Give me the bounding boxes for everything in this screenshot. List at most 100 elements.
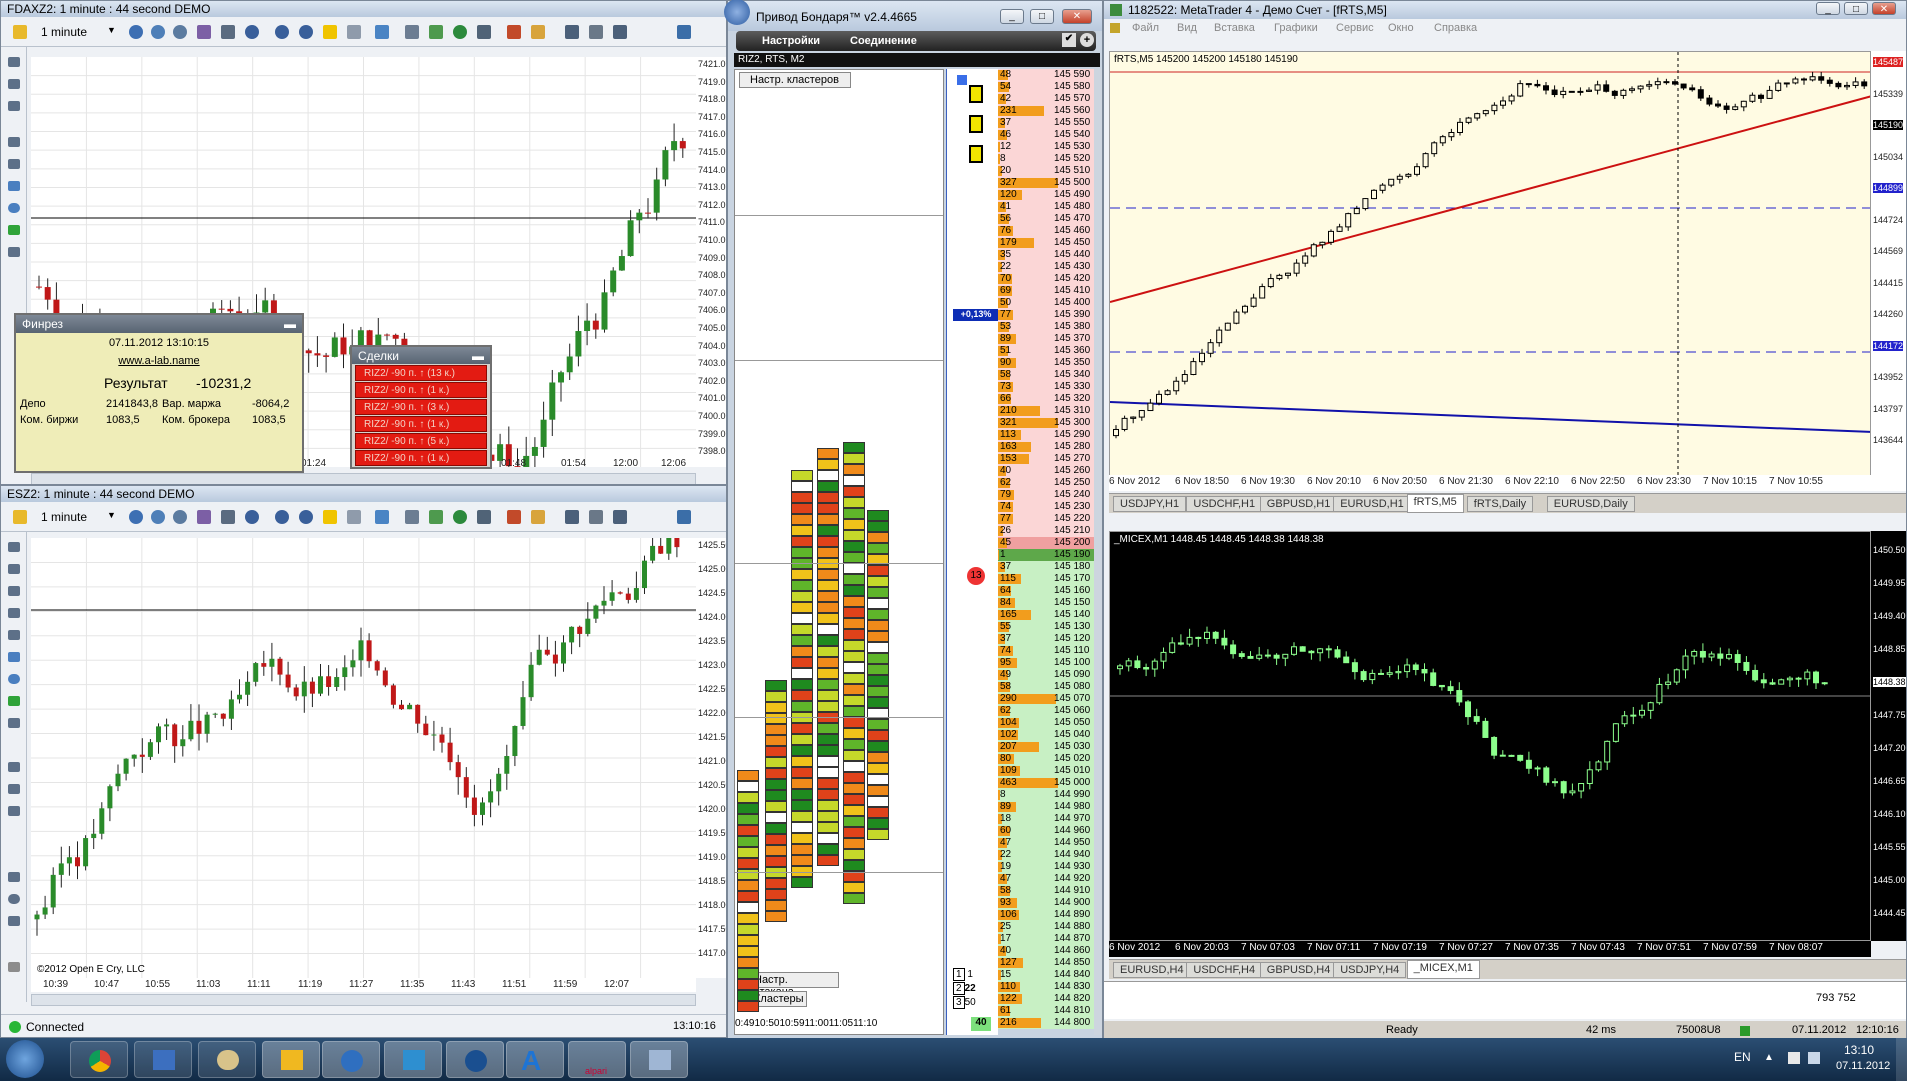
chart-tab[interactable]: _MICEX,M1 [1406,960,1480,979]
book-row[interactable]: 207 145 030 [998,741,1094,753]
close-button[interactable]: ✕ [1062,9,1092,24]
web-icon[interactable] [453,510,467,524]
minimize-icon[interactable]: ▬ [284,317,296,331]
btn-clusters-settings[interactable]: Настр. кластеров [739,72,851,88]
close-button[interactable]: ✕ [1872,2,1896,15]
globe-icon[interactable] [151,25,165,39]
layout-icon[interactable] [429,25,443,39]
book-row[interactable]: 165 145 140 [998,609,1094,621]
grid-icon[interactable] [405,510,419,524]
vline-icon[interactable] [8,159,20,169]
note-icon[interactable] [677,510,691,524]
deal-row[interactable]: RIZ2/ -90 п. ↑ (13 к.) [355,365,487,381]
lock-icon[interactable] [323,25,337,39]
book-row[interactable]: 20 145 510 [998,165,1094,177]
menu-service[interactable]: Сервис [1336,22,1374,34]
book-row[interactable]: 48 145 590 [998,69,1094,81]
book-row[interactable]: 74 145 110 [998,645,1094,657]
hand-icon[interactable] [375,510,389,524]
oec-icon[interactable] [446,1041,504,1078]
book-row[interactable]: 55 145 130 [998,621,1094,633]
dropdown-icon[interactable]: ▼ [107,510,116,520]
brush-icon[interactable] [613,25,627,39]
book-row[interactable]: 40 144 860 [998,945,1094,957]
menu-insert[interactable]: Вставка [1214,22,1255,34]
triangle-icon[interactable] [8,916,20,926]
order-book[interactable]: 48 145 590 54 145 580 42 145 570 231 145 560 37 1… [998,69,1094,1035]
pencil-icon[interactable] [565,25,579,39]
book-row[interactable]: 1 145 190 [998,549,1094,561]
book-row[interactable]: 89 145 370 [998,333,1094,345]
book-row[interactable]: 18 144 970 [998,813,1094,825]
web-icon[interactable] [453,25,467,39]
book-row[interactable]: 69 145 410 [998,285,1094,297]
book-row[interactable]: 321 145 300 [998,417,1094,429]
book-row[interactable]: 37 145 180 [998,561,1094,573]
book-row[interactable]: 62 145 250 [998,477,1094,489]
frts-chart[interactable]: fRTS,M5 145200 145200 145180 145190 [1109,51,1871,491]
menu-window[interactable]: Окно [1388,22,1414,34]
settings-icon[interactable] [477,25,491,39]
book-row[interactable]: 49 145 090 [998,669,1094,681]
book-row[interactable]: 76 145 460 [998,225,1094,237]
chart-tab[interactable]: EURUSD,H1 [1333,496,1411,512]
minimize-button[interactable]: _ [1816,2,1840,15]
book-row[interactable]: 54 145 580 [998,81,1094,93]
cut-icon[interactable] [507,510,521,524]
ellipse-icon[interactable] [8,203,20,213]
window-icon[interactable] [630,1041,688,1078]
chrome-icon[interactable] [70,1041,128,1078]
bar-type-icon[interactable] [221,25,235,39]
book-row[interactable]: 42 145 570 [998,93,1094,105]
hline-icon[interactable] [8,137,20,147]
menu-view[interactable]: Вид [1177,22,1197,34]
book-row[interactable]: 64 145 160 [998,585,1094,597]
app-orb-icon[interactable] [322,1041,380,1078]
settings-icon[interactable] [477,510,491,524]
lock-icon[interactable] [323,510,337,524]
finrez-panel[interactable]: Финрез ▬ 07.11.2012 13:10:15 www.a-lab.na… [14,313,304,473]
book-row[interactable]: 41 145 480 [998,201,1094,213]
book-row[interactable]: 51 145 360 [998,345,1094,357]
book-row[interactable]: 127 144 850 [998,957,1094,969]
book-row[interactable]: 19 144 930 [998,861,1094,873]
book-row[interactable]: 47 144 950 [998,837,1094,849]
book-row[interactable]: 61 144 810 [998,1005,1094,1017]
book-row[interactable]: 231 145 560 [998,105,1094,117]
eraser-icon[interactable] [589,510,603,524]
book-row[interactable]: 37 145 120 [998,633,1094,645]
copy-icon[interactable] [347,510,361,524]
maximize-button[interactable]: □ [1030,9,1054,24]
book-row[interactable]: 109 145 010 [998,765,1094,777]
book-row[interactable]: 104 145 050 [998,717,1094,729]
chart-app-icon[interactable] [384,1041,442,1078]
menu-help[interactable]: Справка [1434,22,1477,34]
channel-icon[interactable] [8,101,20,111]
text-icon[interactable] [8,181,20,191]
book-row[interactable]: 53 145 380 [998,321,1094,333]
rect-icon[interactable] [8,872,20,882]
book-row[interactable]: 15 144 840 [998,969,1094,981]
tray-arrow-icon[interactable]: ▲ [1764,1052,1774,1063]
check-icon[interactable]: ✔ [1062,33,1076,47]
grid-icon[interactable] [405,25,419,39]
taskbar-time[interactable]: 13:10 [1844,1043,1874,1057]
zoom-out-icon[interactable] [299,25,313,39]
zoom-in-icon[interactable] [275,25,289,39]
book-row[interactable]: 89 144 980 [998,801,1094,813]
fib-icon[interactable] [8,762,20,772]
clear-icon[interactable] [531,510,545,524]
menu-connection[interactable]: Соединение [850,35,917,47]
book-row[interactable]: 153 145 270 [998,453,1094,465]
explorer-icon[interactable] [134,1041,192,1078]
show-desktop-button[interactable] [1896,1038,1907,1081]
book-row[interactable]: 58 144 910 [998,885,1094,897]
chart-tab[interactable]: USDCHF,H1 [1186,496,1263,512]
indicator-icon[interactable] [197,510,211,524]
fdax-scrollbar[interactable] [31,473,696,484]
deal-row[interactable]: RIZ2/ -90 п. ↑ (3 к.) [355,399,487,415]
line-icon[interactable] [8,564,20,574]
clock-icon[interactable] [173,510,187,524]
book-row[interactable]: 56 145 470 [998,213,1094,225]
book-row[interactable]: 90 145 350 [998,357,1094,369]
